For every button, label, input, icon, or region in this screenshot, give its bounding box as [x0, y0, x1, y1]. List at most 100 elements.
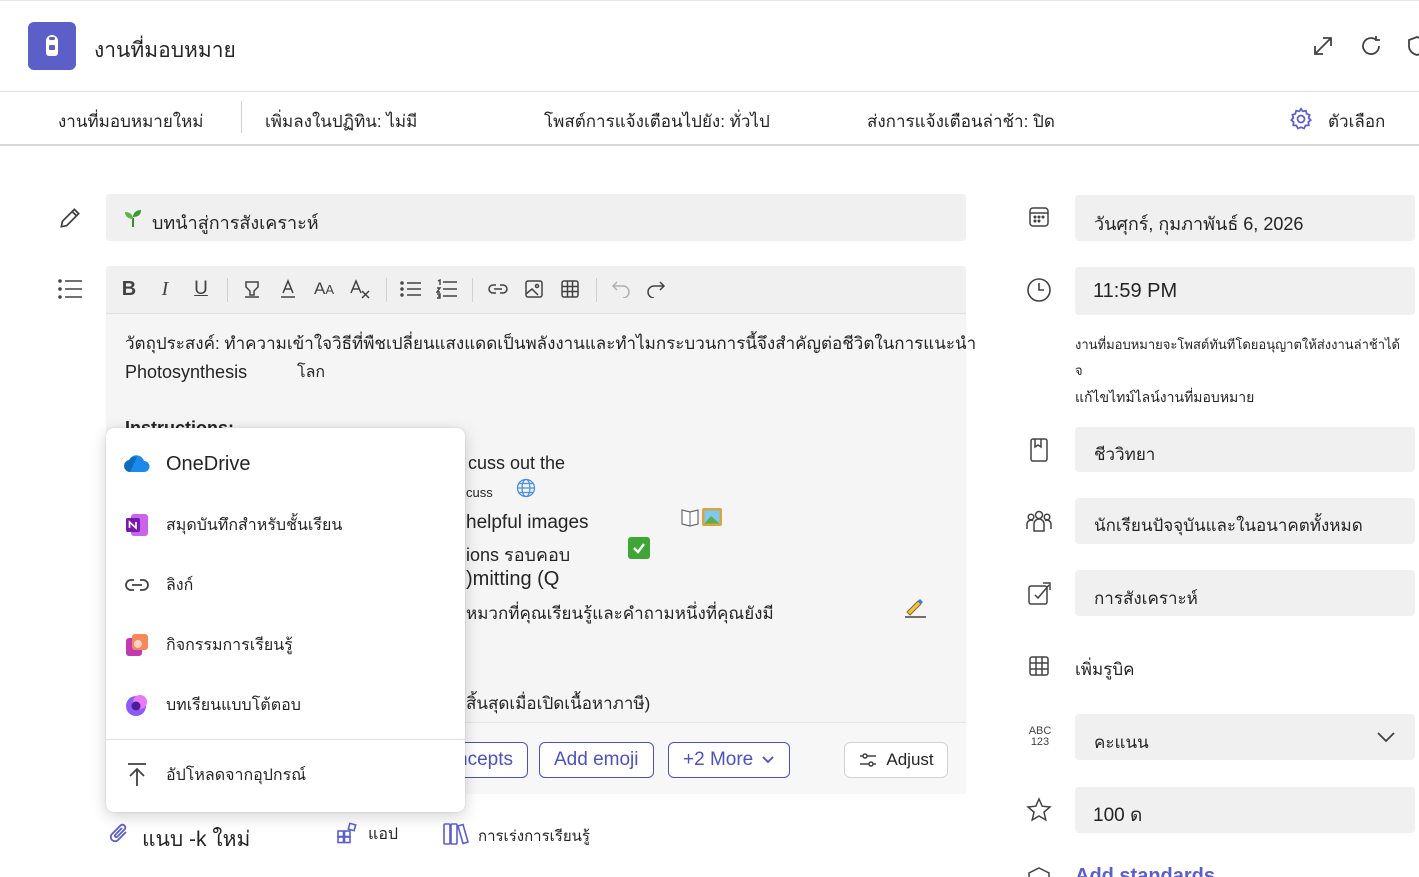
add-standards-link[interactable]: Add standards — [1075, 865, 1215, 877]
bookmark-icon — [1024, 435, 1054, 465]
tag-icon — [1024, 579, 1054, 609]
new-assignment-button[interactable]: งานที่มอบหมายใหม่ — [58, 108, 204, 135]
menu-label-link: ลิงก์ — [166, 576, 194, 594]
rubric-grid-icon — [1024, 651, 1054, 681]
gear-icon[interactable] — [1288, 106, 1314, 132]
calendar-icon — [1024, 202, 1054, 232]
font-color-icon[interactable] — [275, 276, 301, 302]
learning-accelerators-button[interactable]: การเร่งการเรียนรู้ — [478, 824, 590, 848]
toolbar-separator — [227, 278, 228, 302]
shield-icon[interactable] — [1405, 34, 1419, 58]
add-emoji-chip[interactable]: Add emoji — [539, 742, 654, 778]
interactive-lesson-icon — [122, 690, 152, 720]
refresh-icon[interactable] — [1359, 34, 1383, 58]
menu-item-learning-activity[interactable]: กิจกรรมการเรียนรู้ — [106, 615, 465, 675]
assign-to-value: นักเรียนปัจจุบันและในอนาคตทั้งหมด — [1094, 516, 1363, 535]
tag-value: การสังเคราะห์ — [1094, 589, 1198, 608]
title-value: บทนำสู่การสังเคราะห์ — [152, 213, 319, 233]
points-value: 100 ด — [1093, 805, 1143, 826]
menu-item-interactive-lesson[interactable]: บทเรียนแบบโต้ตอบ — [106, 675, 465, 735]
onenote-icon — [122, 510, 152, 540]
learning-activity-icon — [122, 630, 152, 660]
people-icon — [1024, 507, 1054, 537]
editor-line-objective: วัตถุประสงค์: ทำความเข้าใจวิธีที่พืชเปลี… — [125, 334, 977, 353]
apps-button[interactable]: แอป — [368, 822, 398, 847]
link-icon — [122, 570, 152, 600]
menu-label-upload: อัปโหลดจากอุปกรณ์ — [166, 766, 307, 784]
editor-fragment: helpful images — [466, 512, 589, 533]
menu-item-onedrive[interactable]: OneDrive — [106, 434, 465, 494]
editor-fragment: cuss — [466, 485, 493, 500]
globe-icon — [516, 478, 538, 500]
adjust-button[interactable]: Adjust — [844, 742, 948, 778]
link-icon[interactable] — [485, 276, 511, 302]
options-button[interactable]: ตัวเลือก — [1328, 108, 1385, 135]
upload-icon — [122, 760, 152, 790]
italic-icon[interactable]: I — [152, 276, 178, 302]
menu-label-interactive-lesson: บทเรียนแบบโต้ตอบ — [166, 696, 301, 714]
chevron-down-icon — [762, 756, 774, 764]
apps-icon[interactable] — [336, 822, 360, 846]
due-date-value: วันศุกร์, กุมภาพันธ์ 6, 2026 — [1094, 214, 1304, 234]
numbered-list-icon[interactable] — [434, 276, 460, 302]
editor-fragment: สิ้นสุดเมื่อเปิดเนื้อหาภาษี) — [466, 694, 651, 713]
menu-label-class-notebook: สมุดบันทึกสำหรับชั้นเรียน — [166, 516, 343, 534]
check-mark-icon — [628, 537, 650, 559]
expand-icon[interactable] — [1311, 34, 1335, 58]
assignments-app-icon — [28, 22, 76, 70]
due-time-value: 11:59 PM — [1093, 280, 1178, 302]
attach-menu: OneDrive สมุดบันทึกสำหรับชั้นเรียน ลิงก์… — [106, 428, 465, 812]
category-value: ชีววิทยา — [1094, 445, 1156, 464]
more-chip[interactable]: +2 More — [668, 742, 791, 778]
books-icon[interactable] — [442, 821, 470, 847]
late-notifications-button[interactable]: ส่งการแจ้งเตือนล่าช้า: ปิด — [867, 108, 1055, 135]
menu-item-upload[interactable]: อัปโหลดจากอุปกรณ์ — [106, 745, 465, 805]
add-rubric-button[interactable]: เพิ่มรูบิค — [1075, 656, 1135, 683]
highlight-icon[interactable] — [239, 276, 265, 302]
pencil-icon — [55, 203, 85, 233]
grading-abc-icon: ABC 123 — [1028, 725, 1052, 748]
bullet-list-icon[interactable] — [398, 276, 424, 302]
adjust-label: Adjust — [886, 750, 934, 769]
chevron-down-icon[interactable] — [1376, 730, 1396, 744]
add-standards-link-wrapper: Add standards — [1075, 865, 1215, 877]
menu-item-class-notebook[interactable]: สมุดบันทึกสำหรับชั้นเรียน — [106, 495, 465, 555]
onedrive-icon — [122, 449, 152, 479]
font-size-icon[interactable]: AA — [311, 276, 337, 302]
toolbar-separator — [596, 278, 597, 302]
toolbar-separator — [386, 278, 387, 302]
editor-fragment: )mitting (Q — [466, 568, 560, 590]
underline-icon[interactable]: U — [188, 276, 214, 302]
posting-note: งานที่มอบหมายจะโพสต์ทันทีโดยอนุญาตให้ส่ง… — [1075, 337, 1400, 352]
book-picture-icon — [680, 506, 724, 530]
menu-label-learning-activity: กิจกรรมการเรียนรู้ — [166, 636, 293, 654]
add-to-calendar-button[interactable]: เพิ่มลงในปฏิทิน: ไม่มี — [265, 108, 417, 135]
sprout-icon — [122, 207, 144, 229]
bold-icon[interactable]: B — [116, 276, 142, 302]
paperclip-icon[interactable] — [108, 822, 134, 848]
editor-fragment: cuss out the — [468, 453, 566, 473]
toolbar-separator — [472, 278, 473, 302]
editor-fragment: หมวกที่คุณเรียนรู้และคำถามหนึ่งที่คุณยัง… — [466, 604, 774, 623]
posting-note-continued: จ — [1075, 363, 1083, 378]
page-title: งานที่มอบหมาย — [94, 39, 236, 62]
toolbar-divider — [241, 101, 242, 133]
redo-icon[interactable] — [643, 276, 669, 302]
attach-button[interactable]: แนบ -k ใหม่ — [142, 823, 250, 856]
menu-divider — [106, 739, 465, 740]
list-icon — [55, 274, 85, 304]
clear-format-icon[interactable] — [347, 276, 373, 302]
edit-timeline-link[interactable]: แก้ไขไทม์ไลน์งานที่มอบหมาย — [1075, 387, 1254, 409]
table-icon[interactable] — [557, 276, 583, 302]
editor-line-photosynthesis: Photosynthesis — [125, 362, 248, 382]
grading-value: คะแนน — [1094, 733, 1149, 752]
clock-icon — [1024, 275, 1054, 305]
editor-line-world: โลก — [297, 364, 326, 381]
menu-item-link[interactable]: ลิงก์ — [106, 555, 465, 615]
undo-icon[interactable] — [608, 276, 634, 302]
post-notifications-button[interactable]: โพสต์การแจ้งเตือนไปยัง: ทั่วไป — [544, 108, 770, 135]
editor-fragment: ions รอบคอบ — [466, 545, 571, 565]
more-chip-label: +2 More — [683, 749, 754, 770]
image-icon[interactable] — [521, 276, 547, 302]
menu-label-onedrive: OneDrive — [166, 452, 251, 475]
